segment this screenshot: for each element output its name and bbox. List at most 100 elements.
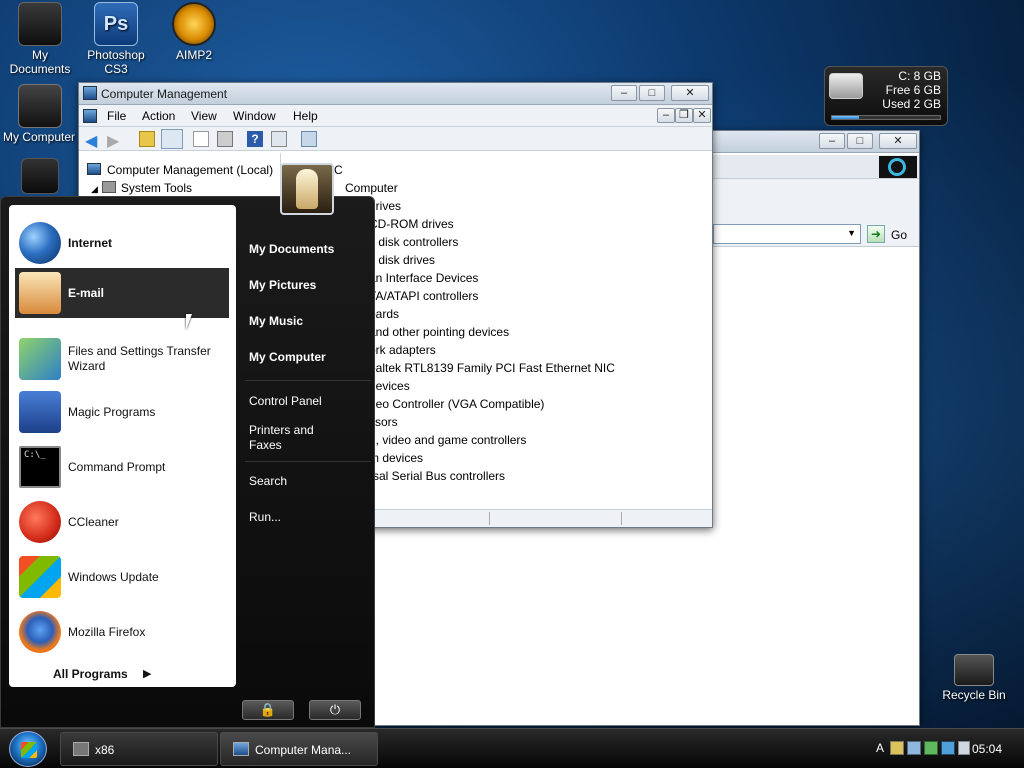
device-item[interactable]: ork adapters (369, 343, 436, 357)
device-item[interactable]: CD-ROM drives (369, 217, 454, 231)
arrow-right-icon: ▶ (143, 668, 152, 680)
close-button[interactable]: ✕ (671, 85, 709, 101)
tray-volume-icon[interactable] (907, 741, 921, 755)
device-item[interactable]: and other pointing devices (369, 325, 509, 339)
taskbar-item-x86[interactable]: x86 (60, 732, 218, 766)
start-right-my-computer[interactable]: My Computer (249, 350, 326, 364)
start-item-internet[interactable]: Internet (15, 218, 229, 268)
start-item-ccleaner[interactable]: CCleaner (15, 497, 229, 547)
start-item-email[interactable]: E-mail (15, 268, 229, 318)
device-item[interactable]: devices (369, 379, 410, 393)
mouse-cursor-icon (186, 314, 198, 330)
child-close-button[interactable]: ✕ (693, 108, 711, 123)
menu-window[interactable]: Window (233, 109, 276, 123)
globe-icon (19, 222, 61, 264)
start-right-my-pictures[interactable]: My Pictures (249, 278, 316, 292)
device-item[interactable]: d, video and game controllers (369, 433, 526, 447)
maximize-button[interactable]: □ (639, 85, 665, 101)
device-item[interactable]: Computer (345, 181, 398, 195)
all-programs-button[interactable]: All Programs ▶ (53, 667, 163, 683)
menu-action[interactable]: Action (142, 109, 175, 123)
back-arrow-icon[interactable]: ◀ (85, 131, 101, 150)
device-item[interactable]: an Interface Devices (369, 271, 478, 285)
close-button[interactable]: ✕ (879, 133, 917, 149)
media-player-icon (21, 158, 59, 194)
maximize-button[interactable]: □ (847, 133, 873, 149)
computer-management-icon (83, 86, 97, 100)
menu-bar: File Action View Window Help – ❐ ✕ (79, 105, 712, 127)
transfer-wizard-icon (19, 338, 61, 380)
menu-file[interactable]: File (107, 109, 126, 123)
power-button[interactable]: ⏻ (309, 700, 361, 720)
folder-icon (18, 2, 62, 46)
minimize-button[interactable]: – (611, 85, 637, 101)
desktop-icon-my-computer[interactable]: My Computer (0, 84, 80, 144)
tree-item-system-tools[interactable]: ◢ System Tools (91, 181, 192, 195)
menu-help[interactable]: Help (293, 109, 318, 123)
go-arrow-icon[interactable]: ➜ (867, 225, 885, 243)
firefox-icon (19, 611, 61, 653)
start-right-run[interactable]: Run... (249, 510, 281, 524)
computer-management-icon (233, 742, 249, 756)
start-item-firefox[interactable]: Mozilla Firefox (15, 607, 229, 657)
tray-network-icon[interactable] (890, 741, 904, 755)
start-item-magic-programs[interactable]: Magic Programs (15, 387, 229, 437)
scan-hardware-icon[interactable] (301, 131, 317, 147)
start-right-my-documents[interactable]: My Documents (249, 242, 334, 256)
device-item[interactable]: rsal Serial Bus controllers (369, 469, 505, 483)
device-item[interactable]: y disk controllers (369, 235, 458, 249)
tree-item-root[interactable]: Computer Management (Local) (87, 163, 273, 177)
taskbar: x86 Computer Mana... A 05:04 (0, 728, 1024, 768)
start-item-transfer-wizard[interactable]: Files and Settings Transfer Wizard (15, 334, 229, 384)
start-right-search[interactable]: Search (249, 474, 287, 488)
start-right-my-music[interactable]: My Music (249, 314, 303, 328)
desktop-icon-media[interactable] (0, 158, 80, 196)
properties-icon[interactable] (193, 131, 209, 147)
start-orb-button[interactable] (9, 731, 47, 767)
show-hide-tree-icon[interactable] (161, 129, 183, 149)
device-item[interactable]: y disk drives (369, 253, 435, 267)
desktop-icon-my-documents[interactable]: My Documents (0, 2, 80, 76)
tray-messenger-icon[interactable] (958, 741, 970, 755)
start-item-windows-update[interactable]: Windows Update (15, 552, 229, 602)
child-restore-button[interactable]: ❐ (675, 108, 693, 123)
address-input[interactable]: ▼ (713, 224, 861, 244)
windows-logo-icon (21, 742, 37, 758)
help-icon[interactable]: ? (247, 131, 263, 147)
menu-view[interactable]: View (191, 109, 217, 123)
clock[interactable]: 05:04 (972, 742, 1002, 756)
start-right-separator (245, 461, 371, 462)
up-folder-icon[interactable] (139, 131, 155, 147)
start-right-printers-faxes[interactable]: Printers and Faxes (249, 423, 339, 453)
print-icon[interactable] (217, 131, 233, 147)
tools-icon (101, 181, 116, 193)
lock-icon: 🔒 (259, 702, 277, 717)
expand-arrow-icon[interactable]: ◢ (91, 184, 98, 194)
desktop-icon-recycle-bin[interactable]: Recycle Bin (934, 654, 1014, 702)
language-indicator[interactable]: A (876, 741, 884, 755)
desktop-icon-photoshop[interactable]: Ps Photoshop CS3 (76, 2, 156, 76)
taskbar-item-computer-management[interactable]: Computer Mana... (220, 732, 378, 766)
chevron-down-icon[interactable]: ▼ (847, 228, 856, 238)
mmc-icon (83, 109, 97, 123)
console-icon[interactable] (271, 131, 287, 147)
child-minimize-button[interactable]: – (657, 108, 675, 123)
minimize-button[interactable]: – (819, 133, 845, 149)
forward-arrow-icon[interactable]: ▶ (107, 131, 123, 150)
start-item-command-prompt[interactable]: C:\_ Command Prompt (15, 442, 229, 492)
tray-security-icon[interactable] (924, 741, 938, 755)
go-button[interactable]: Go (891, 228, 907, 242)
device-item[interactable]: m devices (369, 451, 423, 465)
lock-button[interactable]: 🔒 (242, 700, 294, 720)
drive-label: C: 8 GB (898, 69, 941, 83)
device-item[interactable]: ealtek RTL8139 Family PCI Fast Ethernet … (369, 361, 615, 375)
desktop-icon-aimp[interactable]: AIMP2 (154, 2, 234, 62)
start-right-separator (245, 380, 371, 381)
start-right-control-panel[interactable]: Control Panel (249, 394, 322, 408)
tray-display-icon[interactable] (941, 741, 955, 755)
device-item[interactable]: TA/ATAPI controllers (369, 289, 478, 303)
device-item[interactable]: deo Controller (VGA Compatible) (369, 397, 544, 411)
computer-icon (18, 84, 62, 128)
computer-management-titlebar[interactable]: Computer Management – □ ✕ (79, 83, 712, 105)
aimp-icon (172, 2, 216, 46)
